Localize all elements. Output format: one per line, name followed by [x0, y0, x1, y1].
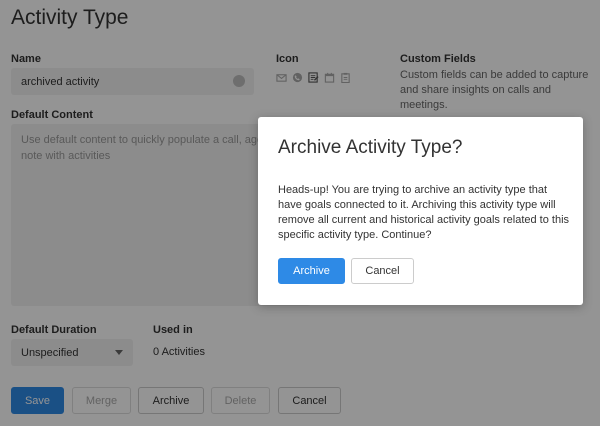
- dialog-archive-button[interactable]: Archive: [278, 258, 345, 284]
- dialog-title: Archive Activity Type?: [278, 137, 463, 158]
- archive-confirm-dialog: Archive Activity Type? Heads-up! You are…: [258, 117, 583, 305]
- dialog-message: Heads-up! You are trying to archive an a…: [278, 184, 570, 241]
- dialog-cancel-button[interactable]: Cancel: [351, 258, 414, 284]
